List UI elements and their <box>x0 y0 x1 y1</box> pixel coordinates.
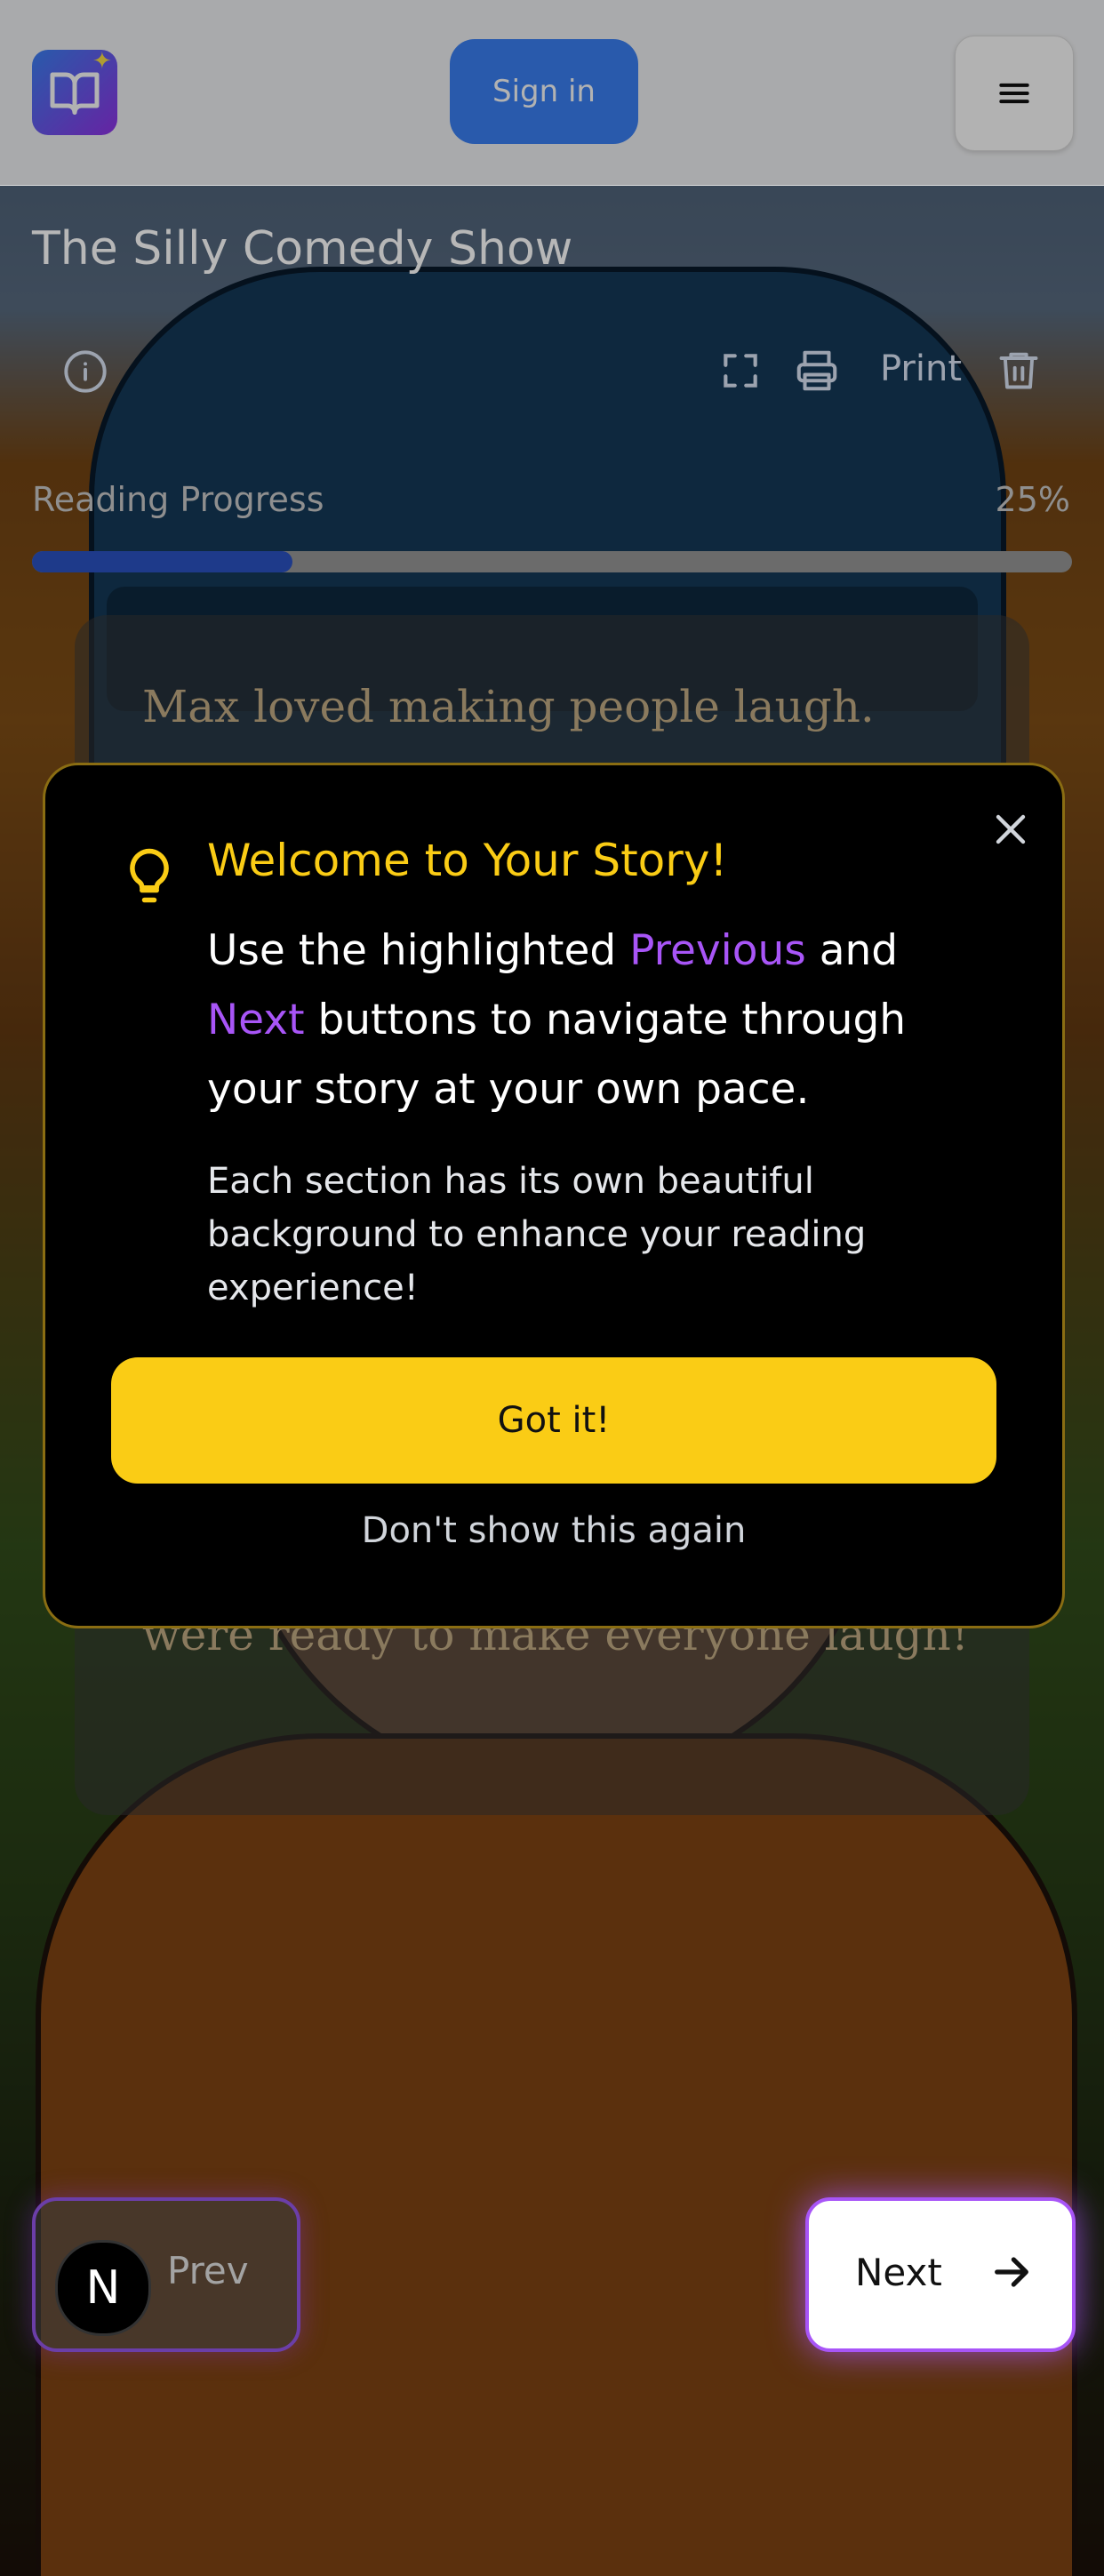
dialog-body: Use the highlighted Previous and Next bu… <box>207 916 1007 1124</box>
prev-badge: N <box>55 2240 151 2336</box>
info-button[interactable] <box>62 348 108 398</box>
got-it-button[interactable]: Got it! <box>111 1357 996 1484</box>
dialog-subtext: Each section has its own beautiful backg… <box>207 1161 867 1308</box>
reading-progress-percent: 25% <box>995 480 1070 519</box>
dialog-title: Welcome to Your Story! <box>207 835 728 886</box>
dialog-body-and: and <box>805 926 899 975</box>
arrow-right-icon <box>995 2257 1028 2287</box>
reading-progress-fill <box>32 551 292 572</box>
highlight-previous: Previous <box>629 926 806 975</box>
reading-progress-label: Reading Progress <box>32 480 324 519</box>
trash-icon <box>999 352 1038 389</box>
next-button[interactable]: Next <box>805 2197 1076 2352</box>
print-button[interactable]: Print <box>880 348 962 389</box>
welcome-dialog: Welcome to Your Story! Use the highlight… <box>43 763 1065 1628</box>
highlight-next: Next <box>207 996 305 1044</box>
print-icon-button[interactable] <box>793 347 841 398</box>
close-icon <box>996 814 1026 844</box>
info-icon <box>64 350 107 393</box>
delete-button[interactable] <box>996 347 1042 396</box>
dialog-body-rest: buttons to navigate through your story a… <box>207 996 907 1114</box>
dont-show-again-link[interactable]: Don't show this again <box>45 1510 1062 1551</box>
top-header: ✦ Sign in <box>0 0 1104 186</box>
dialog-body-intro: Use the highlighted <box>207 926 630 975</box>
close-button[interactable] <box>986 804 1036 854</box>
printer-icon <box>796 350 837 391</box>
fullscreen-button[interactable] <box>718 348 763 396</box>
header-overlay <box>0 0 1104 185</box>
fullscreen-icon <box>724 354 757 388</box>
story-title: The Silly Comedy Show <box>32 222 573 276</box>
lightbulb-icon <box>130 848 169 903</box>
reading-progress-bar <box>32 551 1072 572</box>
prev-button[interactable]: N Prev <box>32 2197 300 2352</box>
prev-label: Prev <box>167 2249 249 2292</box>
next-label: Next <box>855 2251 942 2294</box>
